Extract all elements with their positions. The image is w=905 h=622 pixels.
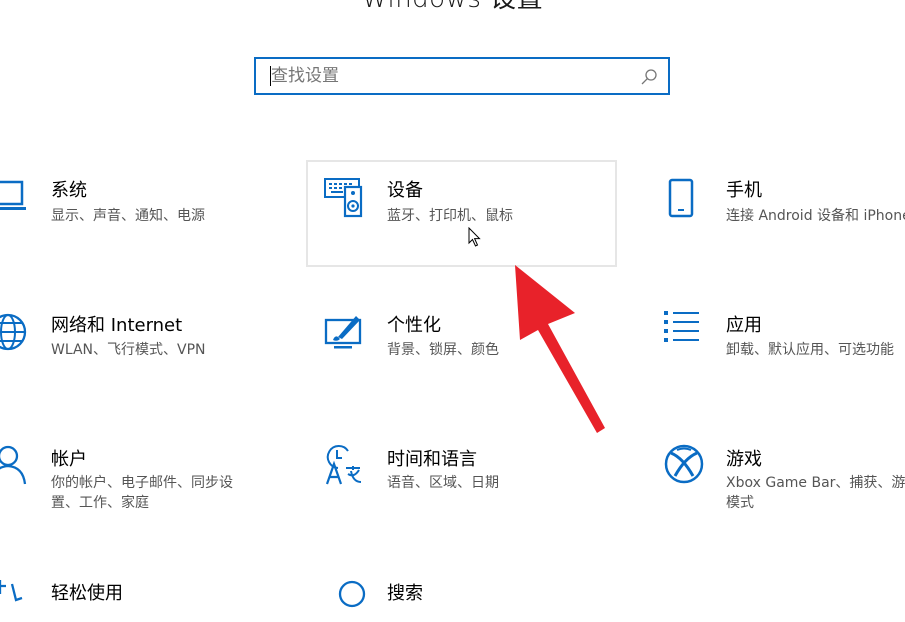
settings-tile-accounts[interactable]: 帐户 你的帐户、电子邮件、同步设 置、工作、家庭: [0, 444, 286, 534]
tile-description-line2: 模式: [726, 495, 754, 511]
mouse-cursor-icon: [468, 227, 481, 247]
settings-tile-time-language[interactable]: 时间和语言 语音、区域、日期: [324, 444, 614, 524]
settings-tile-phone[interactable]: 手机 连接 Android 设备和 iPhone: [663, 175, 905, 255]
tile-title: 系统: [51, 180, 87, 201]
paint-monitor-icon: [324, 316, 362, 349]
apps-list-icon: [664, 311, 699, 342]
search-input[interactable]: 查找设置: [254, 57, 670, 95]
tile-description: 显示、声音、通知、电源: [51, 208, 205, 224]
settings-tile-system[interactable]: 系统 显示、声音、通知、电源: [0, 175, 286, 255]
time-language-icon: [325, 445, 362, 485]
tile-description: 背景、锁屏、颜色: [387, 342, 499, 358]
tile-description: 你的帐户、电子邮件、同步设: [51, 475, 233, 491]
tile-description: 语音、区域、日期: [387, 475, 499, 491]
tile-title: 搜索: [387, 583, 423, 604]
red-arrow-annotation-icon: [515, 265, 605, 433]
globe-icon: [0, 313, 27, 351]
tile-title: 网络和 Internet: [51, 315, 183, 336]
settings-tile-apps[interactable]: 应用 卸载、默认应用、可选功能: [663, 310, 905, 390]
tile-title: 帐户: [51, 449, 87, 470]
keyboard-speaker-icon: [324, 178, 363, 218]
xbox-icon: [664, 444, 704, 484]
page-title: Windows 设置: [0, 0, 905, 15]
laptop-icon: [0, 180, 26, 210]
settings-tile-network[interactable]: 网络和 Internet WLAN、飞行模式、VPN: [0, 310, 286, 390]
tile-description: WLAN、飞行模式、VPN: [51, 342, 206, 358]
person-icon: [0, 445, 27, 485]
search-placeholder: 查找设置: [271, 66, 339, 86]
tile-title: 时间和语言: [387, 449, 477, 470]
tile-description: Xbox Game Bar、捕获、游戏: [726, 475, 905, 491]
tile-title: 个性化: [387, 315, 441, 336]
tile-title: 轻松使用: [51, 583, 123, 604]
search-icon[interactable]: [640, 68, 658, 86]
tile-title: 手机: [726, 180, 762, 201]
tile-description-line2: 置、工作、家庭: [51, 495, 149, 511]
settings-tile-search[interactable]: 搜索: [324, 578, 614, 608]
settings-tile-gaming[interactable]: 游戏 Xbox Game Bar、捕获、游戏 模式: [663, 444, 905, 534]
ease-of-access-icon: [0, 580, 23, 602]
tile-title: 游戏: [726, 449, 762, 470]
settings-tile-ease-of-access[interactable]: 轻松使用: [0, 578, 286, 604]
tile-title: 应用: [726, 315, 762, 336]
search-icon: [338, 580, 366, 608]
tile-description: 卸载、默认应用、可选功能: [726, 342, 894, 358]
tile-description: 蓝牙、打印机、鼠标: [387, 208, 513, 224]
phone-icon: [668, 178, 694, 218]
tile-description: 连接 Android 设备和 iPhone: [726, 208, 905, 224]
tile-title: 设备: [387, 180, 423, 201]
